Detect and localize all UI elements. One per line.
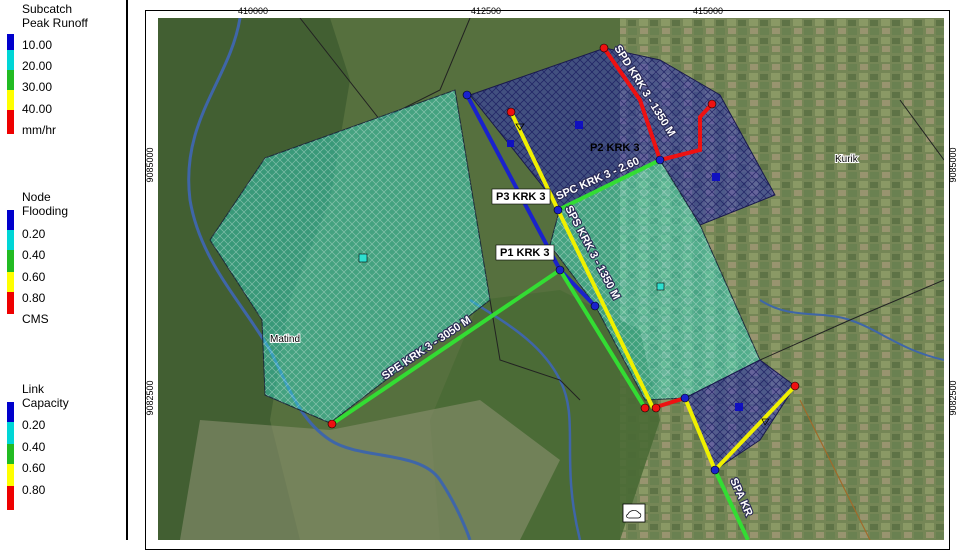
legend-tick: 0.80 (22, 291, 46, 305)
junction-node (506, 107, 516, 117)
subcatchment-centroid (358, 253, 368, 263)
legend-swatch (7, 292, 14, 314)
junction-node (553, 205, 563, 215)
legend-unit: CMS (22, 312, 49, 326)
x-coord-label: 412500 (471, 6, 502, 16)
legend-swatch (7, 250, 14, 272)
x-coord-label: 410000 (238, 6, 269, 16)
subcatchment-centroid (712, 173, 720, 181)
legend-swatch (7, 70, 14, 90)
y-coord-label: 9082500 (145, 380, 155, 416)
legend-swatch (7, 272, 14, 292)
legend-tick: 0.20 (22, 418, 46, 432)
junction-node (462, 90, 472, 100)
subcatchment-centroid (735, 403, 743, 411)
y-coord-label: 9082500 (948, 380, 958, 416)
junction-node (651, 403, 661, 413)
legend-tick: 20.00 (22, 59, 53, 73)
map-svg: SPE KRK 3 - 3050 M SPS KRK 3 - 1350 M SP… (158, 18, 944, 540)
legend-swatch (7, 90, 14, 110)
legend-subcatch-title: Subcatch Peak Runoff (22, 2, 88, 30)
legend-tick: 0.80 (22, 483, 46, 497)
legend-swatch (7, 34, 14, 50)
legend-swatch (7, 486, 14, 510)
legend-tick: 10.00 (22, 38, 53, 52)
subcatchment-centroid (507, 140, 514, 147)
map-canvas[interactable]: SPE KRK 3 - 3050 M SPS KRK 3 - 1350 M SP… (158, 18, 944, 540)
legend-swatch (7, 50, 14, 70)
legend-tick: 30.00 (22, 80, 53, 94)
x-coord-label: 415000 (693, 6, 724, 16)
place-label: Kurik (835, 154, 859, 165)
junction-node (599, 43, 609, 53)
map-legend: Subcatch Peak Runoff 10.00 20.00 30.00 4… (0, 0, 128, 540)
junction-node (555, 265, 565, 275)
tag-label: P2 KRK 3 (590, 142, 640, 154)
junction-node (680, 393, 690, 403)
junction-node (590, 301, 600, 311)
subcatchment-centroid (656, 282, 665, 291)
legend-tick: 0.40 (22, 440, 46, 454)
legend-swatch (7, 422, 14, 444)
legend-tick: 40.00 (22, 102, 53, 116)
legend-swatch (7, 444, 14, 464)
legend-swatch (7, 110, 14, 134)
y-coord-label: 9085000 (145, 147, 155, 183)
tag-label: P3 KRK 3 (496, 191, 546, 203)
junction-node (655, 155, 665, 165)
subcatchment-centroid (575, 121, 583, 129)
junction-node (640, 403, 650, 413)
tag-label: P1 KRK 3 (500, 247, 550, 259)
legend-node-title: Node Flooding (22, 190, 69, 218)
legend-swatch (7, 230, 14, 250)
legend-link-title: Link Capacity (22, 382, 69, 410)
legend-tick: 0.40 (22, 248, 46, 262)
legend-swatch (7, 210, 14, 230)
legend-swatch (7, 402, 14, 422)
junction-node (707, 99, 717, 109)
legend-unit: mm/hr (22, 123, 56, 137)
place-label: Matind (270, 334, 300, 345)
junction-node (327, 419, 337, 429)
legend-swatch (7, 464, 14, 486)
y-coord-label: 9085000 (948, 147, 958, 183)
legend-tick: 0.20 (22, 227, 46, 241)
legend-tick: 0.60 (22, 270, 46, 284)
legend-tick: 0.60 (22, 461, 46, 475)
junction-node (710, 465, 720, 475)
junction-node (790, 381, 800, 391)
